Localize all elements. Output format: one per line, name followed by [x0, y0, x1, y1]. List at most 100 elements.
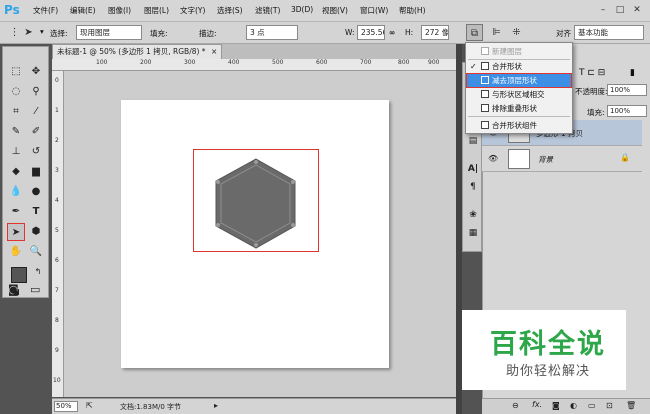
- minimize-icon[interactable]: –: [596, 3, 610, 17]
- paragraph-panel-icon[interactable]: ¶: [465, 179, 481, 195]
- ruler-tick: 2: [55, 137, 59, 144]
- marquee-tool-icon[interactable]: ⬚: [7, 63, 25, 81]
- anchor-point[interactable]: [291, 223, 295, 227]
- swatches-panel-icon[interactable]: ▦: [465, 225, 481, 241]
- layers-panel-footer: ⊖ fx. ◙ ◐ ▭ ⊡ 🗑: [482, 398, 650, 414]
- menu-help[interactable]: 帮助(H): [399, 5, 426, 16]
- menu-item-combine-shapes[interactable]: ✓ 合并形状: [467, 60, 571, 73]
- screen-mode-icon[interactable]: ▭: [30, 283, 40, 296]
- new-group-icon[interactable]: ▭: [588, 401, 596, 410]
- zoom-tool-icon[interactable]: 🔍: [27, 243, 45, 261]
- menu-item-merge-shape-components[interactable]: 合并形状组件: [467, 119, 571, 132]
- link-layers-icon[interactable]: ⊖: [512, 401, 519, 410]
- fill-opacity-field[interactable]: 100%: [607, 105, 647, 117]
- path-operations-icon[interactable]: ⧉: [466, 24, 483, 41]
- history-panel-icon[interactable]: ▤: [465, 133, 481, 149]
- path-arrangement-icon[interactable]: ⁜: [508, 24, 525, 41]
- visibility-eye-icon[interactable]: 👁: [488, 154, 498, 163]
- pen-tool-icon[interactable]: ✒: [7, 203, 25, 221]
- path-alignment-icon[interactable]: ⊫: [488, 24, 505, 41]
- menu-window[interactable]: 窗口(W): [360, 5, 388, 16]
- subtract-shape-icon: [481, 76, 489, 84]
- anchor-point[interactable]: [254, 160, 258, 164]
- styles-panel-icon[interactable]: ❀: [465, 207, 481, 223]
- clone-stamp-tool-icon[interactable]: ⊥: [7, 143, 25, 161]
- path-selection-tool-icon[interactable]: ➤: [7, 223, 25, 241]
- status-menu-arrow-icon[interactable]: ▸: [214, 401, 218, 410]
- ruler-tick: 5: [55, 227, 59, 234]
- foreground-color-swatch[interactable]: [11, 267, 27, 283]
- select-dropdown[interactable]: 现用图层: [76, 25, 142, 40]
- tool-preset-arrow-icon[interactable]: ▾: [40, 27, 44, 36]
- watermark-title: 百科全说: [490, 329, 606, 360]
- new-layer-icon[interactable]: ⊡: [606, 401, 613, 410]
- menu-file[interactable]: 文件(F): [33, 5, 58, 16]
- filter-type-icon[interactable]: T ⊏ ⊟: [579, 68, 605, 78]
- layer-name[interactable]: 背景: [538, 154, 553, 165]
- workspace-dropdown[interactable]: 基本功能: [574, 25, 644, 40]
- gradient-tool-icon[interactable]: ▆: [27, 163, 45, 181]
- menu-item-label: 合并形状组件: [492, 121, 537, 130]
- dodge-tool-icon[interactable]: ●: [27, 183, 45, 201]
- menu-image[interactable]: 图像(I): [108, 5, 131, 16]
- filter-toggle-icon[interactable]: ▮: [630, 68, 635, 78]
- menu-3d[interactable]: 3D(D): [291, 5, 313, 14]
- menu-item-exclude-overlap[interactable]: 排除重叠形状: [467, 102, 571, 115]
- anchor-point[interactable]: [291, 180, 295, 184]
- crop-tool-icon[interactable]: ⌗: [7, 103, 25, 121]
- ruler-tick: 3: [55, 167, 59, 174]
- stroke-width-field[interactable]: 3 点: [246, 25, 298, 40]
- anchor-point[interactable]: [216, 223, 220, 227]
- character-panel-icon[interactable]: A|: [465, 161, 481, 177]
- eyedropper-tool-icon[interactable]: ⁄: [27, 103, 45, 121]
- menu-edit[interactable]: 编辑(E): [70, 5, 96, 16]
- opacity-field[interactable]: 100%: [607, 84, 647, 96]
- move-tool-icon[interactable]: ✥: [27, 63, 45, 81]
- menu-layer[interactable]: 图层(L): [144, 5, 169, 16]
- fill-label: 填充:: [150, 29, 168, 38]
- ruler-tick: 200: [140, 59, 152, 66]
- stroke-label: 描边:: [199, 29, 217, 38]
- menu-view[interactable]: 视图(V): [322, 5, 348, 16]
- width-field[interactable]: 235.56: [357, 25, 385, 40]
- close-icon[interactable]: ✕: [630, 3, 644, 17]
- ruler-tick: 4: [55, 197, 59, 204]
- menu-item-new-layer[interactable]: 新建图层: [467, 45, 571, 58]
- status-bar: 50% ⇱ 文档:1.83M/0 字节 ▸: [52, 398, 456, 414]
- history-brush-tool-icon[interactable]: ↺: [27, 143, 45, 161]
- anchor-point[interactable]: [216, 180, 220, 184]
- add-mask-icon[interactable]: ◙: [552, 401, 560, 410]
- hand-tool-icon[interactable]: ✋: [7, 243, 25, 261]
- close-tab-icon[interactable]: ×: [211, 47, 217, 56]
- zoom-field[interactable]: 50%: [54, 401, 78, 412]
- type-tool-icon[interactable]: T: [27, 203, 45, 221]
- swap-colors-icon[interactable]: ↰: [29, 263, 47, 281]
- menu-item-intersect-shapes[interactable]: 与形状区域相交: [467, 88, 571, 101]
- maximize-icon[interactable]: □: [613, 3, 627, 17]
- hexagon-shape[interactable]: [193, 149, 319, 252]
- link-icon[interactable]: ∞: [389, 28, 395, 37]
- quick-mask-icon[interactable]: ◙: [8, 283, 19, 296]
- polygon-shape-tool-icon[interactable]: ⬢: [27, 223, 45, 241]
- healing-brush-tool-icon[interactable]: ✎: [7, 123, 25, 141]
- blur-tool-icon[interactable]: 💧: [7, 183, 25, 201]
- menu-filter[interactable]: 滤镜(T): [255, 5, 280, 16]
- menu-item-subtract-front-shape[interactable]: 减去顶层形状: [466, 73, 572, 88]
- magic-wand-tool-icon[interactable]: ⚲: [27, 83, 45, 101]
- layer-row-background[interactable]: 👁 背景 🔒: [482, 146, 642, 172]
- anchor-point[interactable]: [254, 243, 258, 247]
- path-selection-tool-icon[interactable]: ➤: [20, 24, 37, 41]
- menu-select[interactable]: 选择(S): [217, 5, 243, 16]
- lasso-tool-icon[interactable]: ◌: [7, 83, 25, 101]
- menu-type[interactable]: 文字(Y): [180, 5, 205, 16]
- brush-tool-icon[interactable]: ✐: [27, 123, 45, 141]
- fx-icon[interactable]: fx.: [532, 400, 542, 409]
- export-icon[interactable]: ⇱: [86, 401, 93, 410]
- menu-item-label: 减去顶层形状: [492, 76, 537, 85]
- adjustment-layer-icon[interactable]: ◐: [570, 401, 577, 410]
- document-tab[interactable]: 未标题-1 @ 50% (多边形 1 拷贝, RGB/8) * ×: [52, 44, 222, 59]
- menu-divider: [468, 116, 570, 117]
- eraser-tool-icon[interactable]: ◆: [7, 163, 25, 181]
- delete-layer-icon[interactable]: 🗑: [626, 401, 636, 410]
- height-field[interactable]: 272 像: [421, 25, 449, 40]
